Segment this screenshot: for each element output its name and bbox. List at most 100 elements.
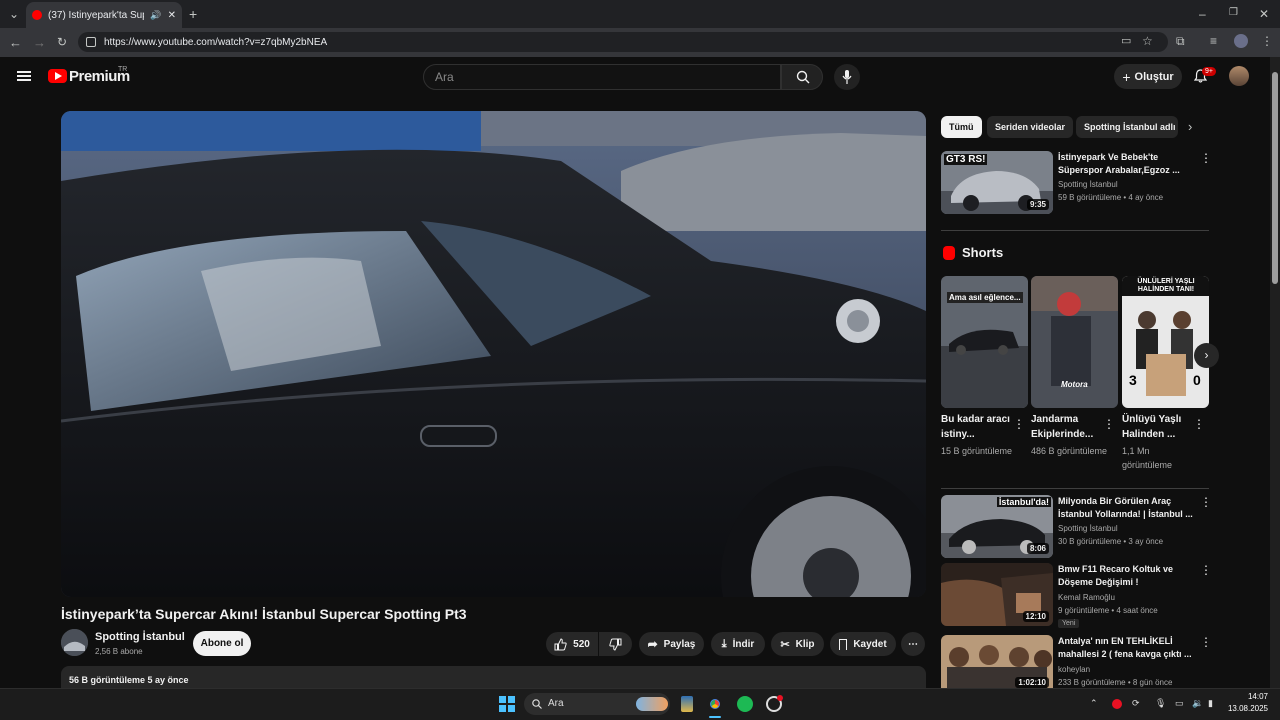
more-options-icon[interactable]: ⋮ (1193, 417, 1205, 431)
restore-icon[interactable]: ❐ (1229, 8, 1238, 18)
file-explorer-icon[interactable] (681, 696, 693, 712)
chip-channel-videos[interactable]: Spotting İstanbul adlı (1076, 116, 1178, 138)
scissors-icon: ✂ (780, 638, 790, 651)
address-bar[interactable]: https://www.youtube.com/watch?v=z7qbMy2b… (78, 32, 1168, 52)
recommendation-channel[interactable]: Spotting İstanbul (1058, 180, 1118, 189)
site-info-icon[interactable] (86, 37, 96, 47)
cast-icon[interactable]: ▭ (1121, 36, 1131, 47)
video-title: İstinyepark’ta Supercar Akını! İstanbul … (61, 606, 467, 622)
video-duration: 1:02:10 (1015, 677, 1049, 688)
download-button[interactable]: ⤓ İndir (711, 632, 765, 656)
search-button[interactable] (781, 64, 823, 90)
tray-app-icon[interactable] (1112, 699, 1122, 709)
extensions-icon[interactable]: ⧉ (1176, 35, 1185, 47)
tray-microphone-icon[interactable]: 🎙 (1155, 698, 1166, 709)
tab-close-icon[interactable]: ✕ (168, 10, 176, 21)
clock-date[interactable]: 13.08.2025 (1222, 704, 1268, 713)
thumbs-down-icon (609, 638, 622, 651)
short-thumbnail[interactable]: ÜNLÜLERİ YAŞLI HALİNDEN TANI! 3 0 (1122, 276, 1209, 408)
reading-list-icon[interactable]: ≡ (1210, 35, 1217, 47)
minimize-icon[interactable]: – (1199, 8, 1206, 20)
short-thumbnail[interactable]: Ama asıl eğlence... (941, 276, 1028, 408)
section-divider (941, 488, 1209, 489)
tab-audio-icon[interactable]: 🔊 (150, 10, 161, 21)
shorts-next-button[interactable]: › (1194, 343, 1219, 368)
channel-avatar[interactable] (61, 629, 88, 656)
video-frame (61, 111, 926, 597)
video-duration: 8:06 (1026, 543, 1049, 554)
chips-next-icon[interactable]: › (1188, 120, 1192, 133)
recommendation-thumbnail[interactable]: İstanbul'da! 8:06 (941, 495, 1053, 558)
short-thumbnail[interactable]: Motora (1031, 276, 1118, 408)
more-actions-button[interactable]: ⋯ (901, 632, 925, 656)
youtube-favicon-icon (32, 10, 42, 20)
back-icon[interactable]: ← (9, 36, 22, 49)
recommendation-channel[interactable]: Kemal Ramoğlu (1058, 593, 1115, 602)
more-options-icon[interactable]: ⋮ (1013, 417, 1025, 431)
create-label: Oluştur (1134, 70, 1174, 83)
windows-start-icon[interactable] (499, 696, 515, 712)
more-options-icon[interactable]: ⋮ (1200, 563, 1212, 577)
recommendation-channel[interactable]: Spotting İstanbul (1058, 524, 1118, 533)
scrollbar-thumb[interactable] (1272, 72, 1278, 284)
taskbar-search-label: Ara (548, 698, 564, 709)
clock-time[interactable]: 14:07 (1228, 692, 1268, 701)
subscribe-button[interactable]: Abone ol (193, 631, 251, 656)
more-options-icon[interactable]: ⋮ (1200, 495, 1212, 509)
recommendation-channel[interactable]: koheylan (1058, 665, 1090, 674)
recommendation-title[interactable]: İstinyepark Ve Bebek'te Süperspor Arabal… (1058, 151, 1193, 177)
dislike-button[interactable] (599, 632, 632, 656)
create-button[interactable]: + Oluştur (1114, 64, 1182, 89)
hamburger-menu-icon[interactable] (17, 71, 31, 81)
search-input[interactable]: Ara (423, 64, 781, 90)
chrome-icon[interactable] (707, 696, 723, 712)
bookmark-star-icon[interactable]: ☆ (1142, 35, 1153, 47)
short-title[interactable]: Bu kadar aracı istiny... (941, 412, 1013, 442)
recommendation-thumbnail[interactable]: 12:10 (941, 563, 1053, 626)
spotify-icon[interactable] (737, 696, 753, 712)
short-image (1122, 276, 1209, 408)
chip-all[interactable]: Tümü (941, 116, 982, 138)
chip-series-videos[interactable]: Seriden videolar (987, 116, 1074, 138)
like-button[interactable]: 520 (546, 632, 598, 656)
video-player[interactable] (61, 111, 926, 597)
save-button[interactable]: Kaydet (830, 632, 896, 656)
channel-name[interactable]: Spotting İstanbul (95, 631, 185, 643)
taskbar-search-icon (532, 699, 542, 709)
short-title[interactable]: Ünlüyü Yaşlı Halinden ... (1122, 412, 1194, 442)
browser-menu-icon[interactable]: ⋮ (1261, 35, 1273, 47)
short-title[interactable]: Jandarma Ekiplerinde... (1031, 412, 1103, 442)
short-caption: Motora (1061, 380, 1088, 389)
profile-icon[interactable] (1234, 34, 1248, 48)
video-duration: 9:35 (1026, 199, 1049, 210)
shorts-heading: Shorts (962, 245, 1004, 260)
account-avatar[interactable] (1229, 66, 1249, 86)
reload-icon[interactable]: ↻ (57, 36, 67, 48)
window-close-icon[interactable]: ✕ (1259, 8, 1269, 20)
short-caption: Ama asıl eğlence... (947, 292, 1023, 303)
browser-tab[interactable]: (37) İstinyepark'ta Supercar 🔊 ✕ (26, 2, 182, 28)
recommendation-title[interactable]: Antalya' nın EN TEHLİKELİ mahallesi 2 ( … (1058, 635, 1193, 661)
recommendation-title[interactable]: Bmw F11 Recaro Koltuk ve Döşeme Değişimi… (1058, 563, 1193, 589)
plus-icon: + (1122, 68, 1131, 85)
new-tab-icon[interactable]: + (189, 7, 197, 21)
share-button[interactable]: ➦ Paylaş (639, 632, 704, 656)
thumbs-up-icon (554, 637, 567, 650)
tray-display-icon[interactable]: ▭ (1175, 698, 1184, 709)
thumbnail-text: GT3 RS! (944, 154, 988, 165)
recommendation-title[interactable]: Milyonda Bir Görülen Araç İstanbul Yolla… (1058, 495, 1193, 521)
youtube-logo-icon[interactable] (48, 69, 67, 83)
voice-search-button[interactable] (834, 64, 860, 90)
tray-volume-icon[interactable]: 🔉 (1192, 698, 1203, 709)
recommendation-thumbnail[interactable]: 1:02:10 (941, 635, 1053, 688)
more-options-icon[interactable]: ⋮ (1200, 151, 1212, 165)
recommendation-thumbnail[interactable]: GT3 RS! 9:35 (941, 151, 1053, 214)
tray-sync-icon[interactable]: ⟳ (1132, 698, 1140, 709)
tray-battery-icon[interactable]: ▮ (1208, 698, 1213, 709)
more-options-icon[interactable]: ⋮ (1103, 417, 1115, 431)
more-options-icon[interactable]: ⋮ (1200, 635, 1212, 649)
clip-button[interactable]: ✂ Klip (771, 632, 824, 656)
tab-search-icon[interactable]: ⌄ (9, 8, 19, 20)
tray-overflow-icon[interactable]: ⌃ (1090, 698, 1098, 709)
forward-icon[interactable]: → (33, 36, 46, 49)
